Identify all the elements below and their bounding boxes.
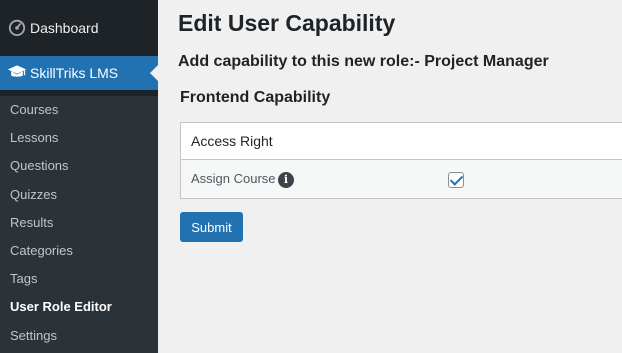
info-icon[interactable]: i bbox=[278, 172, 294, 188]
sidebar-item-settings[interactable]: Settings bbox=[0, 322, 158, 350]
sidebar-item-label: SkillTriks LMS bbox=[30, 65, 119, 81]
table-row: Assign Course i bbox=[181, 160, 622, 198]
sidebar-item-user-role-editor[interactable]: User Role Editor bbox=[0, 293, 158, 321]
role-subtitle: Add capability to this new role:- Projec… bbox=[178, 53, 549, 70]
table-header: Access Right bbox=[181, 123, 622, 160]
sidebar-item-quizzes[interactable]: Quizzes bbox=[0, 181, 158, 209]
sidebar-item-results[interactable]: Results bbox=[0, 209, 158, 237]
sidebar-item-label: Dashboard bbox=[30, 20, 99, 36]
section-title: Frontend Capability bbox=[180, 89, 331, 106]
sidebar-item-categories[interactable]: Categories bbox=[0, 237, 158, 265]
sidebar-item-dashboard[interactable]: Dashboard bbox=[0, 4, 158, 52]
capability-label: Assign Course bbox=[191, 171, 276, 186]
sidebar-item-questions[interactable]: Questions bbox=[0, 152, 158, 180]
sidebar-item-courses[interactable]: Courses bbox=[0, 96, 158, 124]
sidebar-submenu: Courses Lessons Questions Quizzes Result… bbox=[0, 96, 158, 353]
sidebar-item-skilltriks-lms[interactable]: SkillTriks LMS bbox=[0, 56, 158, 90]
main-content: Edit User Capability Add capability to t… bbox=[158, 0, 622, 353]
admin-sidebar: Dashboard SkillTriks LMS Courses Lessons… bbox=[0, 0, 158, 353]
page-title: Edit User Capability bbox=[178, 10, 396, 36]
capability-table: Access Right Assign Course i bbox=[180, 122, 622, 199]
sidebar-item-tags[interactable]: Tags bbox=[0, 265, 158, 293]
assign-course-checkbox[interactable] bbox=[448, 172, 464, 188]
graduation-cap-icon bbox=[0, 64, 30, 83]
submit-button[interactable]: Submit bbox=[180, 212, 243, 242]
sidebar-item-lessons[interactable]: Lessons bbox=[0, 124, 158, 152]
dashboard-gauge-icon bbox=[0, 18, 30, 39]
